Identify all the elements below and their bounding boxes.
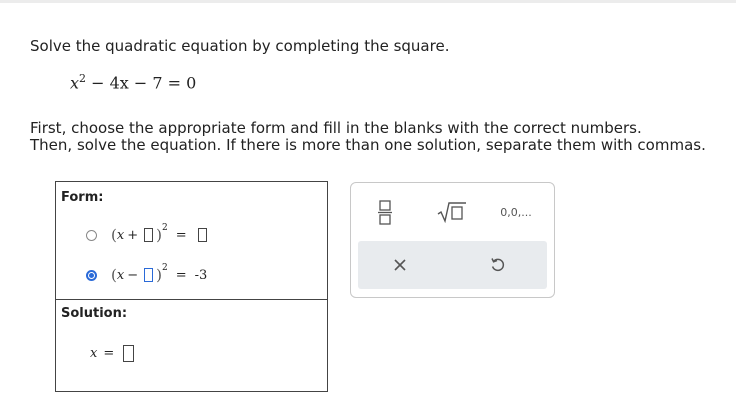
option-2-rhs-value: -3 xyxy=(194,267,208,283)
action-bar xyxy=(358,241,547,289)
instructions: First, choose the appropriate form and f… xyxy=(30,120,706,154)
fraction-icon xyxy=(378,200,392,225)
fraction-button[interactable] xyxy=(373,197,397,227)
solution-var: x xyxy=(90,346,98,361)
option-1-rhs-input[interactable] xyxy=(197,228,207,242)
radio-option-2-selected[interactable] xyxy=(86,269,97,281)
list-icon: 0,0,... xyxy=(500,205,532,219)
option-2-exponent: 2 xyxy=(161,263,168,273)
math-toolbar: 0,0,... xyxy=(350,182,555,298)
equation-exponent: 2 xyxy=(79,72,87,85)
question-text: Solve the quadratic equation by completi… xyxy=(30,37,450,55)
option-1-equals: = xyxy=(175,227,187,243)
instruction-line-1: First, choose the appropriate form and f… xyxy=(30,119,642,137)
list-button[interactable]: 0,0,... xyxy=(491,201,541,223)
solution-equals: = xyxy=(103,346,115,361)
equation-base: x xyxy=(70,73,80,93)
option-1-blank-input[interactable] xyxy=(144,228,154,242)
top-divider xyxy=(0,0,736,3)
form-option-2[interactable]: ( x − ) 2 = -3 xyxy=(86,262,207,288)
option-1-var: x xyxy=(116,227,125,243)
undo-icon xyxy=(491,258,505,272)
clear-button[interactable] xyxy=(388,253,412,277)
instruction-line-2: Then, solve the equation. If there is mo… xyxy=(30,136,706,154)
equation-rest: − 4x − 7 = 0 xyxy=(86,73,197,93)
solution-heading: Solution: xyxy=(61,306,128,321)
answer-panel: Form: ( x + ) 2 = ( x − ) 2 = -3 Solutio… xyxy=(55,181,328,392)
option-2-var: x xyxy=(116,267,125,283)
close-icon xyxy=(394,259,406,271)
radio-option-1[interactable] xyxy=(86,229,97,241)
form-heading: Form: xyxy=(61,190,104,205)
sqrt-icon xyxy=(437,202,466,223)
option-2-blank-input[interactable] xyxy=(144,268,154,282)
option-1-operator: + xyxy=(127,227,139,243)
undo-button[interactable] xyxy=(486,253,510,277)
sqrt-button[interactable] xyxy=(435,199,469,225)
section-divider xyxy=(56,299,327,300)
option-2-equals: = xyxy=(175,267,187,283)
option-2-operator: − xyxy=(127,267,139,283)
form-option-1[interactable]: ( x + ) 2 = xyxy=(86,222,210,248)
solution-row: x = xyxy=(90,345,137,362)
solution-input[interactable] xyxy=(123,345,135,362)
equation: x2 − 4x − 7 = 0 xyxy=(70,72,196,92)
option-1-exponent: 2 xyxy=(161,223,168,233)
